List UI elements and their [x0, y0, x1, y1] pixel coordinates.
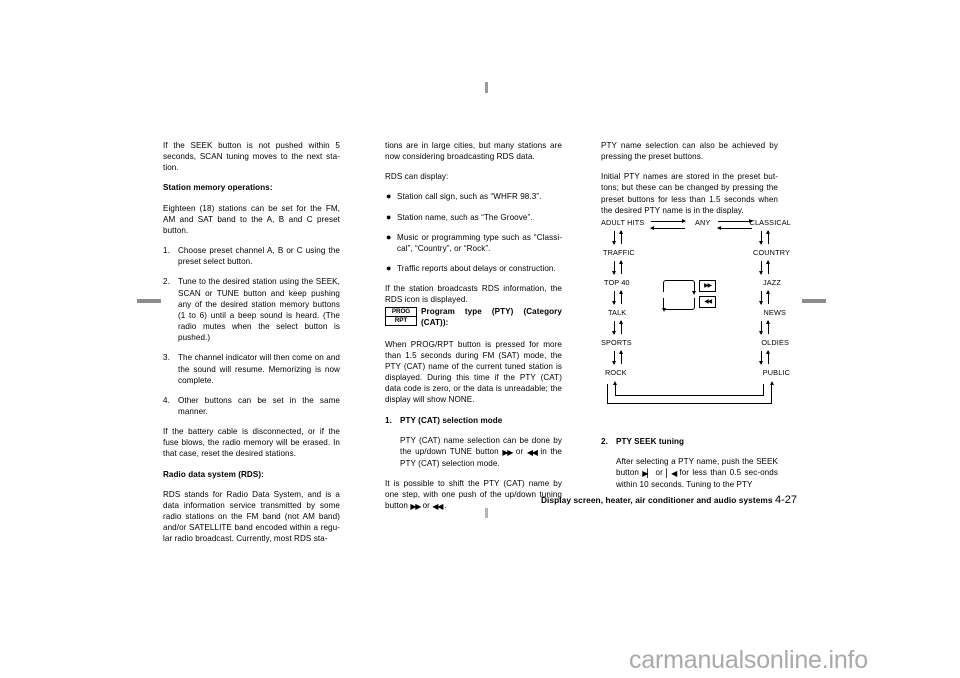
- bullet-item-station-name: ● Station name, such as “The Groove”.: [385, 212, 562, 223]
- pty-label-classical: CLASSICAL: [749, 218, 791, 227]
- list-item-2-text: Tune to the desired station using the SE…: [178, 277, 340, 343]
- pty-label-talk: TALK: [608, 308, 627, 317]
- list-item-4: 4. Other buttons can be set in the same …: [163, 395, 340, 417]
- paragraph-pty-seek-detail: After selecting a PTY name, push the SEE…: [601, 456, 778, 490]
- pty-label-top-40: TOP 40: [604, 278, 630, 287]
- footer-section-title: Display screen, heater, air conditioner …: [540, 495, 773, 505]
- prog-rpt-icon-line1: PROG: [386, 308, 416, 317]
- paragraph-eighteen-stations: Eighteen (18) stations can be set for th…: [163, 203, 340, 235]
- prog-rpt-icon-line2: RPT: [394, 316, 408, 324]
- pty-loop-backward: [662, 298, 695, 312]
- list-item-1-number: 1.: [163, 246, 170, 256]
- pty-label-public: PUBLIC: [762, 368, 790, 377]
- pty-label-traffic: TRAFFIC: [603, 248, 635, 257]
- tune-up-arrow-icon: [502, 447, 512, 458]
- paragraph-pty-seek-detail-c: for less than 0.5 sec-onds within 10 sec…: [616, 468, 778, 490]
- bullet-item-music-type: ● Music or programming type such as “Cla…: [385, 232, 562, 254]
- paragraph-rds-cities: tions are in large cities, but many stat…: [385, 141, 562, 162]
- pty-loop-forward: [663, 280, 696, 295]
- tune-down-arrow-icon: [527, 447, 537, 458]
- pty-label-oldies: OLDIES: [761, 338, 789, 347]
- left-margin-mark: [137, 299, 161, 303]
- bullet-item-call-sign: ● Station call sign, such as “WHFR 98.3”…: [385, 191, 562, 202]
- heading-pty-selection-mode: 1. PTY (CAT) selection mode: [385, 415, 562, 426]
- text-column-1: If the SEEK button is not pushed within …: [163, 140, 340, 554]
- prog-rpt-icon: PROG RPT: [385, 306, 417, 326]
- site-watermark: carmanualsonline.info: [629, 646, 869, 674]
- pty-label-jazz: JAZZ: [762, 278, 781, 287]
- text-column-2: tions are in large cities, but many stat…: [385, 140, 562, 513]
- bullet-item-call-sign-text: Station call sign, such as “WHFR 98.3”.: [397, 192, 542, 202]
- list-item-3-number: 3.: [163, 353, 170, 363]
- list-item-2: 2. Tune to the desired station using the…: [163, 276, 340, 343]
- list-item-3: 3. The channel indicator will then come …: [163, 352, 340, 385]
- pty-label-adult-hits: ADULT HITS: [601, 218, 645, 227]
- heading-station-memory-operations: Station memory operations:: [163, 183, 273, 193]
- heading-pty-seek-tuning-text: PTY SEEK tuning: [616, 437, 685, 446]
- paragraph-pty-selection-detail: PTY (CAT) name selection can be done by …: [385, 435, 562, 469]
- bullet-dot-icon: ●: [386, 191, 392, 202]
- paragraph-pty-selection-detail-a: PTY (CAT) name selection can be done by …: [400, 435, 562, 456]
- pty-arrow-top40-talk: [612, 290, 626, 306]
- pty-label-news: NEWS: [763, 308, 786, 317]
- pty-arrow-adulthits-any: [650, 218, 687, 232]
- page-footer: Display screen, heater, air conditioner …: [0, 494, 797, 506]
- bullet-item-traffic: ● Traffic reports about delays or constr…: [385, 263, 562, 274]
- text-column-3-lower: 2. PTY SEEK tuning After selecting a PTY…: [601, 436, 778, 500]
- pty-arrow-adulthits-traffic: [612, 230, 626, 246]
- bullet-dot-icon: ●: [386, 263, 392, 274]
- heading-radio-data-system: Radio data system (RDS):: [163, 469, 264, 479]
- pty-label-rock: ROCK: [605, 368, 627, 377]
- heading-pty-selection-mode-text: PTY (CAT) selection mode: [400, 415, 503, 425]
- paragraph-preset-button-selection: PTY name selection can also be achieved …: [601, 141, 778, 162]
- heading-pty-selection-mode-number: 1.: [385, 415, 392, 425]
- pty-arrow-jazz-news: [759, 290, 773, 306]
- prog-rpt-heading-block: PROG RPT Program type (PTY) (Category (C…: [385, 306, 562, 330]
- pty-arrow-classical-country: [759, 230, 773, 246]
- pty-arrow-news-oldies: [759, 320, 773, 336]
- pty-wrap-loop-outer: [607, 381, 774, 404]
- pty-label-country: COUNTRY: [753, 248, 790, 257]
- heading-pty-seek-tuning: 2. PTY SEEK tuning: [601, 436, 778, 447]
- manual-page: If the SEEK button is not pushed within …: [0, 0, 960, 678]
- paragraph-initial-pty-names: Initial PTY names are stored in the pres…: [601, 172, 778, 215]
- list-item-1-text: Choose preset channel A, B or C using th…: [178, 246, 340, 267]
- pty-arrow-oldies-public: [759, 350, 773, 366]
- bullet-dot-icon: ●: [386, 211, 392, 222]
- pty-arrow-traffic-top40: [612, 260, 626, 276]
- pty-category-diagram: ADULT HITS ANY CLASSICAL TRAFFIC TOP 40 …: [601, 218, 791, 416]
- pty-label-sports: SPORTS: [601, 338, 632, 347]
- paragraph-seek-timeout: If the SEEK button is not pushed within …: [163, 141, 340, 173]
- bullet-dot-icon: ●: [386, 231, 392, 242]
- top-registration-mark: [485, 82, 488, 93]
- page-number: 4-27: [774, 494, 797, 506]
- bullet-item-music-type-text: Music or programming type such as “Class…: [397, 232, 562, 253]
- list-item-3-text: The channel indicator will then come on …: [178, 353, 340, 385]
- paragraph-rds-icon: If the station broadcasts RDS informatio…: [385, 284, 562, 305]
- bullet-item-traffic-text: Traffic reports about delays or construc…: [397, 264, 556, 274]
- seek-down-arrow-icon: [666, 468, 676, 479]
- list-item-4-text: Other buttons can be set in the same man…: [178, 395, 340, 416]
- pty-label-any: ANY: [695, 218, 711, 227]
- pty-arrow-country-jazz: [759, 260, 773, 276]
- paragraph-pty-seek-detail-b: or: [655, 468, 663, 478]
- paragraph-battery-cable: If the battery cable is disconnected, or…: [163, 427, 340, 459]
- tune-up-key-icon: ▶▶: [699, 280, 716, 292]
- list-item-4-number: 4.: [163, 395, 170, 405]
- right-margin-mark: [802, 299, 826, 303]
- tune-down-key-icon: ◀◀: [699, 296, 716, 308]
- heading-pty-seek-tuning-number: 2.: [601, 437, 608, 446]
- list-item-1: 1. Choose preset channel A, B or C using…: [163, 245, 340, 267]
- paragraph-pty-selection-detail-b: or: [515, 446, 524, 456]
- pty-arrow-sports-rock: [612, 350, 626, 366]
- text-column-3: PTY name selection can also be achieved …: [601, 140, 778, 225]
- paragraph-prog-rpt-behavior: When PROG/RPT button is pressed for more…: [385, 339, 562, 405]
- pty-arrow-talk-sports: [612, 320, 626, 336]
- paragraph-rds-can-display: RDS can display:: [385, 172, 449, 182]
- list-item-2-number: 2.: [163, 277, 170, 287]
- bullet-item-station-name-text: Station name, such as “The Groove”.: [397, 212, 533, 222]
- seek-up-arrow-icon: [642, 468, 652, 479]
